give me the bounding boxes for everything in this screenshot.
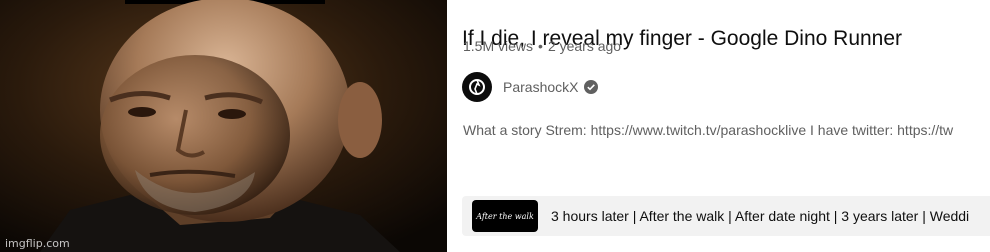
thumbnail-image xyxy=(0,0,447,252)
imgflip-watermark: imgflip.com xyxy=(5,237,70,250)
chapter-thumbnail[interactable]: After the walk xyxy=(472,200,538,232)
description-snippet: What a story Strem: https://www.twitch.t… xyxy=(463,122,954,138)
video-metadata: 1.5M views • 2 years ago xyxy=(463,38,621,54)
chapter-list[interactable]: 3 hours later | After the walk | After d… xyxy=(551,208,969,224)
upload-age: 2 years ago xyxy=(547,38,622,54)
meta-separator: • xyxy=(538,38,543,54)
video-thumbnail[interactable]: imgflip.com xyxy=(0,0,447,252)
chapters-bar[interactable]: After the walk 3 hours later | After the… xyxy=(462,196,990,236)
verified-badge-icon xyxy=(584,80,599,94)
channel-logo-icon xyxy=(469,79,485,95)
chapter-thumbnail-label: After the walk xyxy=(476,211,534,221)
channel-row[interactable]: ParashockX xyxy=(462,72,599,102)
view-count: 1.5M views xyxy=(463,38,534,54)
channel-name[interactable]: ParashockX xyxy=(503,79,578,95)
channel-avatar[interactable] xyxy=(462,72,492,102)
video-info: If I die, I reveal my finger - Google Di… xyxy=(462,0,990,252)
